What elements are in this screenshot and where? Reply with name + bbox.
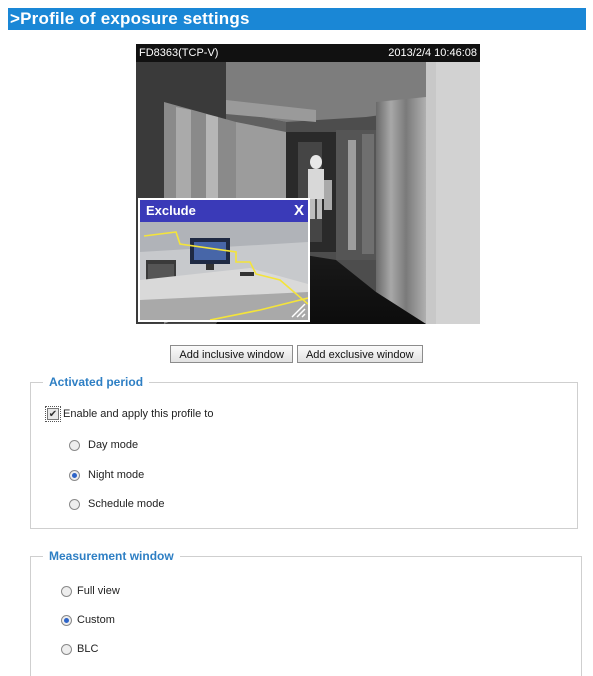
- radio-day-mode[interactable]: Day mode: [69, 439, 138, 451]
- radio-custom[interactable]: Custom: [61, 614, 115, 626]
- radio-full-view[interactable]: Full view: [61, 585, 120, 597]
- resize-handle-icon[interactable]: [290, 302, 306, 318]
- activated-period-legend: Activated period: [43, 375, 150, 389]
- blc-label: BLC: [77, 643, 99, 655]
- exclude-window-title: Exclude: [146, 203, 196, 218]
- measurement-window-legend: Measurement window: [43, 549, 180, 563]
- custom-radio[interactable]: [61, 614, 72, 626]
- schedule-mode-radio[interactable]: [69, 498, 80, 510]
- radio-night-mode[interactable]: Night mode: [69, 469, 144, 481]
- radio-schedule-mode[interactable]: Schedule mode: [69, 498, 164, 510]
- exclude-window-preview: [140, 222, 308, 320]
- timestamp: 2013/2/4 10:46:08: [388, 47, 477, 59]
- day-mode-radio[interactable]: [69, 439, 80, 451]
- enable-profile-row[interactable]: ✔ Enable and apply this profile to: [45, 406, 214, 422]
- add-exclusive-window-button[interactable]: Add exclusive window: [296, 345, 423, 363]
- night-mode-radio[interactable]: [69, 469, 80, 481]
- window-buttons: Add inclusive window Add exclusive windo…: [0, 345, 593, 363]
- enable-profile-checkbox[interactable]: ✔: [45, 406, 61, 422]
- activated-period-group: Activated period ✔ Enable and apply this…: [30, 375, 578, 529]
- live-view[interactable]: FD8363(TCP-V) 2013/2/4 10:46:08 Exclude …: [136, 44, 480, 324]
- custom-label: Custom: [77, 614, 115, 626]
- full-view-label: Full view: [77, 585, 120, 597]
- day-mode-label: Day mode: [88, 439, 139, 451]
- page-title: >Profile of exposure settings: [8, 8, 586, 30]
- enable-profile-label: Enable and apply this profile to: [63, 408, 214, 420]
- schedule-mode-label: Schedule mode: [88, 498, 165, 510]
- radio-blc[interactable]: BLC: [61, 643, 98, 655]
- blc-radio[interactable]: [61, 643, 72, 655]
- measurement-window-group: Measurement window Full view Custom BLC: [30, 549, 582, 676]
- close-icon[interactable]: X: [294, 200, 304, 222]
- exclude-window[interactable]: Exclude X: [138, 198, 310, 322]
- full-view-radio[interactable]: [61, 585, 72, 597]
- night-mode-label: Night mode: [88, 469, 145, 481]
- viewer-caption-bar: FD8363(TCP-V) 2013/2/4 10:46:08: [136, 44, 480, 62]
- exclude-window-title-bar[interactable]: Exclude X: [140, 200, 308, 222]
- add-inclusive-window-button[interactable]: Add inclusive window: [170, 345, 293, 363]
- camera-name: FD8363(TCP-V): [139, 47, 219, 59]
